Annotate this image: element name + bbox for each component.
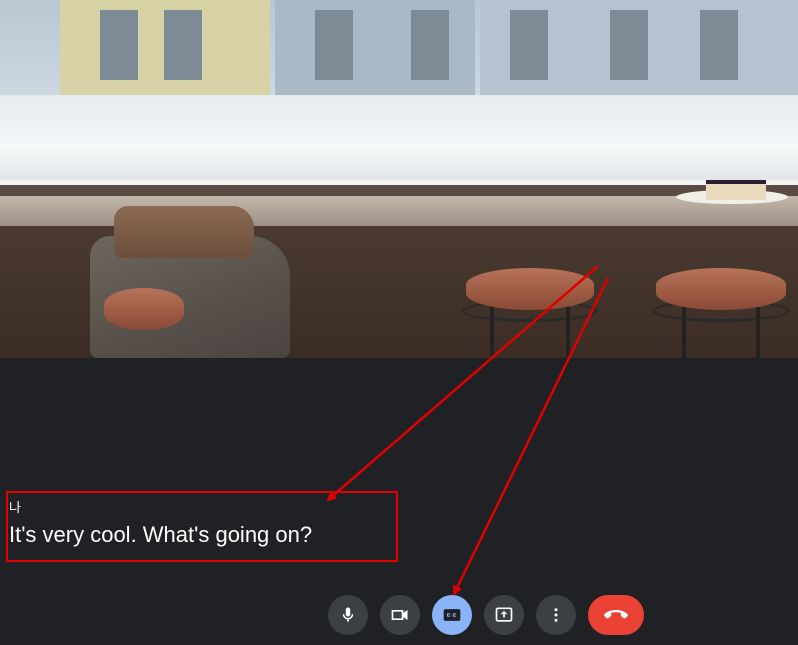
more-vert-icon xyxy=(547,606,565,624)
background-building xyxy=(480,0,798,100)
present-screen-icon xyxy=(494,605,514,625)
caption-speaker: 나 xyxy=(9,500,21,515)
stool-seat xyxy=(656,268,786,310)
present-button[interactable] xyxy=(484,595,524,635)
video-camera-icon xyxy=(390,605,410,625)
camera-button[interactable] xyxy=(380,595,420,635)
closed-captions-icon xyxy=(442,605,462,625)
more-options-button[interactable] xyxy=(536,595,576,635)
stool-leg xyxy=(682,305,686,358)
stool-leg xyxy=(490,305,494,358)
microphone-button[interactable] xyxy=(328,595,368,635)
stool-leg xyxy=(566,305,570,358)
snow xyxy=(0,95,798,180)
window-view xyxy=(0,0,798,190)
stool-leg xyxy=(756,305,760,358)
background-building xyxy=(275,0,475,100)
stool-seat xyxy=(466,268,594,310)
cake-slice xyxy=(706,180,766,200)
stool-seat xyxy=(104,288,184,330)
blanket-fold xyxy=(114,206,254,258)
call-controls xyxy=(0,595,798,635)
background-building xyxy=(60,0,270,100)
microphone-icon xyxy=(339,606,357,624)
leave-call-button[interactable] xyxy=(588,595,644,635)
call-end-icon xyxy=(603,608,629,622)
video-tile xyxy=(0,0,798,358)
caption-text: It's very cool. What's going on? xyxy=(9,522,313,547)
captions-button[interactable] xyxy=(432,595,472,635)
